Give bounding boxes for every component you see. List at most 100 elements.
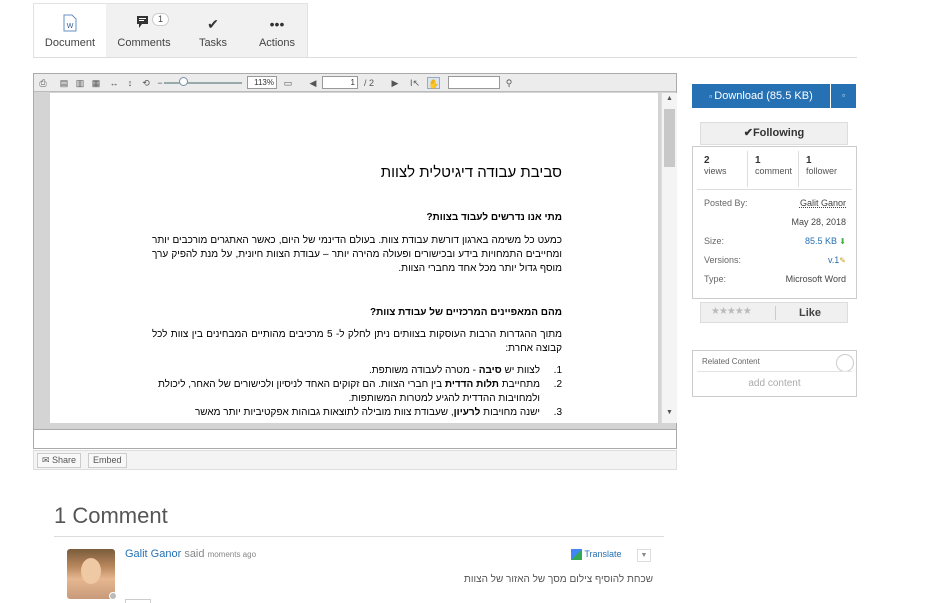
scroll-down-icon[interactable]: ▼ xyxy=(662,409,677,419)
comment-text: שכחת להוסיף צילום מסך של האזור של הצוות xyxy=(464,574,653,585)
comment-action-button[interactable] xyxy=(125,599,151,603)
translate-label: Translate xyxy=(584,549,622,559)
divider xyxy=(697,371,852,372)
type-value: Microsoft Word xyxy=(785,274,846,284)
viewer-toolbar: ⎙ ▤ ▥ ▦ ↔ ↕ ⟲ − 113% ▭ ◀ 1 / 2 ▶ I↖ ✋ ⚲ xyxy=(34,74,676,92)
tab-comments[interactable]: 1 Comments xyxy=(108,4,180,59)
two-page-icon[interactable]: ▥ xyxy=(74,77,86,89)
circle-icon[interactable] xyxy=(836,354,854,372)
translate-button[interactable]: Translate xyxy=(571,549,622,561)
previous-page-icon[interactable]: ◀ xyxy=(308,77,318,89)
list-text: , שעבודת צוות מובילה לתוצאות גבוהות אפקט… xyxy=(194,407,454,418)
tab-label: Comments xyxy=(117,37,171,49)
tab-label: Actions xyxy=(258,37,296,49)
share-button[interactable]: ✉ Share xyxy=(37,453,82,468)
translate-icon xyxy=(571,549,582,561)
tab-actions[interactable]: ••• Actions xyxy=(246,4,308,59)
tab-bar: W Document 1 Comments ✔ Tasks ••• Action… xyxy=(33,3,308,59)
download-options-button[interactable]: ▫ xyxy=(831,84,856,108)
check-icon: ✔ xyxy=(743,127,753,139)
check-icon: ✔ xyxy=(207,16,219,32)
type-row: Type: Microsoft Word xyxy=(704,274,846,284)
zoom-slider-handle[interactable] xyxy=(179,77,188,86)
scroll-up-icon[interactable]: ▲ xyxy=(662,95,677,105)
paragraph: כמעט כל משימה בארגון דורשת עבודת צוות. ב… xyxy=(152,235,562,274)
size-row: Size: 85.5 KB ⬇ xyxy=(704,236,846,246)
said-text: said xyxy=(184,548,205,560)
list-number: 1. xyxy=(553,365,562,376)
tab-document[interactable]: W Document xyxy=(34,4,106,59)
text-select-icon[interactable]: I↖ xyxy=(408,77,422,89)
list-item: 1. לצוות יש סיבה - מטרה לעבודה משותפת. xyxy=(152,364,562,378)
chevron-down-icon[interactable]: ▼ xyxy=(637,549,651,562)
tab-label: Document xyxy=(44,37,96,49)
stat-followers: 1 follower xyxy=(806,155,838,176)
mail-icon: ✉ xyxy=(42,455,53,465)
rating-bar: ★★★★★ Like xyxy=(700,302,848,323)
star-rating-icon[interactable]: ★★★★★ xyxy=(711,306,752,317)
size-label: Size: xyxy=(704,236,725,246)
posted-by-row: Posted By: Galit Ganor xyxy=(704,198,846,208)
vertical-scrollbar[interactable]: ▲ ▼ xyxy=(661,93,677,423)
paragraph: מתוך ההגדרות הרבות העוסקות בצוותים ניתן … xyxy=(152,329,563,354)
like-button[interactable]: Like xyxy=(799,307,821,319)
size-link[interactable]: 85.5 KB xyxy=(805,236,837,246)
scrollbar-thumb[interactable] xyxy=(664,109,675,167)
zoom-level[interactable]: 113% xyxy=(247,76,277,89)
list-text: לצוות יש xyxy=(501,365,540,376)
share-bar: ✉ Share Embed xyxy=(33,450,677,470)
comment-count-badge: 1 xyxy=(152,13,170,26)
comment-author-link[interactable]: Galit Ganor xyxy=(125,548,181,560)
document-title: סביבת עבודה דיגיטלית לצוות xyxy=(380,164,562,181)
section-heading: מתי אנו נדרשים לעבוד בצוות? xyxy=(426,212,562,223)
pan-hand-icon[interactable]: ✋ xyxy=(427,77,440,89)
divider xyxy=(697,189,852,190)
list-number: 3. xyxy=(553,407,562,418)
zoom-slider[interactable] xyxy=(164,82,242,84)
pencil-icon[interactable]: ✎ xyxy=(839,256,846,265)
page-number-input[interactable]: 1 xyxy=(322,76,358,89)
comments-heading: 1 Comment xyxy=(54,503,168,528)
related-content-panel: Related Content add content xyxy=(692,350,857,397)
grid-view-icon[interactable]: ▦ xyxy=(90,77,102,89)
list-bold: תלות הדדית xyxy=(444,379,499,390)
comment-time: moments ago xyxy=(207,550,257,559)
list-text: ישנה מחויבות xyxy=(480,407,540,418)
print-icon[interactable]: ⎙ xyxy=(37,77,49,89)
avatar[interactable] xyxy=(67,549,115,599)
list-item: 3. ישנה מחויבות לרעיון, שעבודת צוות מובי… xyxy=(152,406,562,420)
search-icon[interactable]: ⚲ xyxy=(504,77,514,89)
comments-icon xyxy=(108,14,180,34)
download-button[interactable]: ▫ Download (85.5 KB) xyxy=(692,84,830,108)
avatar-face xyxy=(81,558,101,584)
author-link[interactable]: Galit Ganor xyxy=(800,198,846,208)
search-input[interactable] xyxy=(448,76,500,89)
following-label: Following xyxy=(752,127,805,139)
more-icon: ••• xyxy=(269,16,285,32)
list-text: - מטרה לעבודה משותפת. xyxy=(368,365,479,376)
viewer-bottom-bar xyxy=(34,429,676,448)
fit-width-icon[interactable]: ↔ xyxy=(108,77,120,89)
version-link[interactable]: v.1 xyxy=(828,255,839,265)
next-page-icon[interactable]: ▶ xyxy=(390,77,400,89)
rotate-icon[interactable]: ⟲ xyxy=(140,77,152,89)
list-item: 2. מתחייבת תלות הדדית בין חברי הצוות. הם… xyxy=(152,378,562,406)
page-total: / 2 xyxy=(363,78,374,88)
posted-by-label: Posted By: xyxy=(704,198,748,208)
document-page: סביבת עבודה דיגיטלית לצוות מתי אנו נדרשי… xyxy=(50,93,658,423)
fit-height-icon[interactable]: ↕ xyxy=(124,77,136,89)
presence-indicator xyxy=(109,592,117,600)
list-bold: לרעיון xyxy=(453,407,481,418)
divider xyxy=(775,306,776,320)
type-label: Type: xyxy=(704,274,727,284)
versions-label: Versions: xyxy=(704,255,742,265)
embed-button[interactable]: Embed xyxy=(88,453,127,468)
add-content-link[interactable]: add content xyxy=(693,378,856,389)
fullscreen-icon[interactable]: ▭ xyxy=(282,77,294,89)
tab-tasks[interactable]: ✔ Tasks xyxy=(180,4,246,59)
divider xyxy=(747,151,748,187)
following-button[interactable]: ✔Following xyxy=(700,122,848,145)
section-heading: מהם המאפיינים המרכזיים של עבודת צוות? xyxy=(369,307,562,318)
single-page-icon[interactable]: ▤ xyxy=(58,77,70,89)
zoom-out-icon[interactable]: − xyxy=(156,77,164,89)
